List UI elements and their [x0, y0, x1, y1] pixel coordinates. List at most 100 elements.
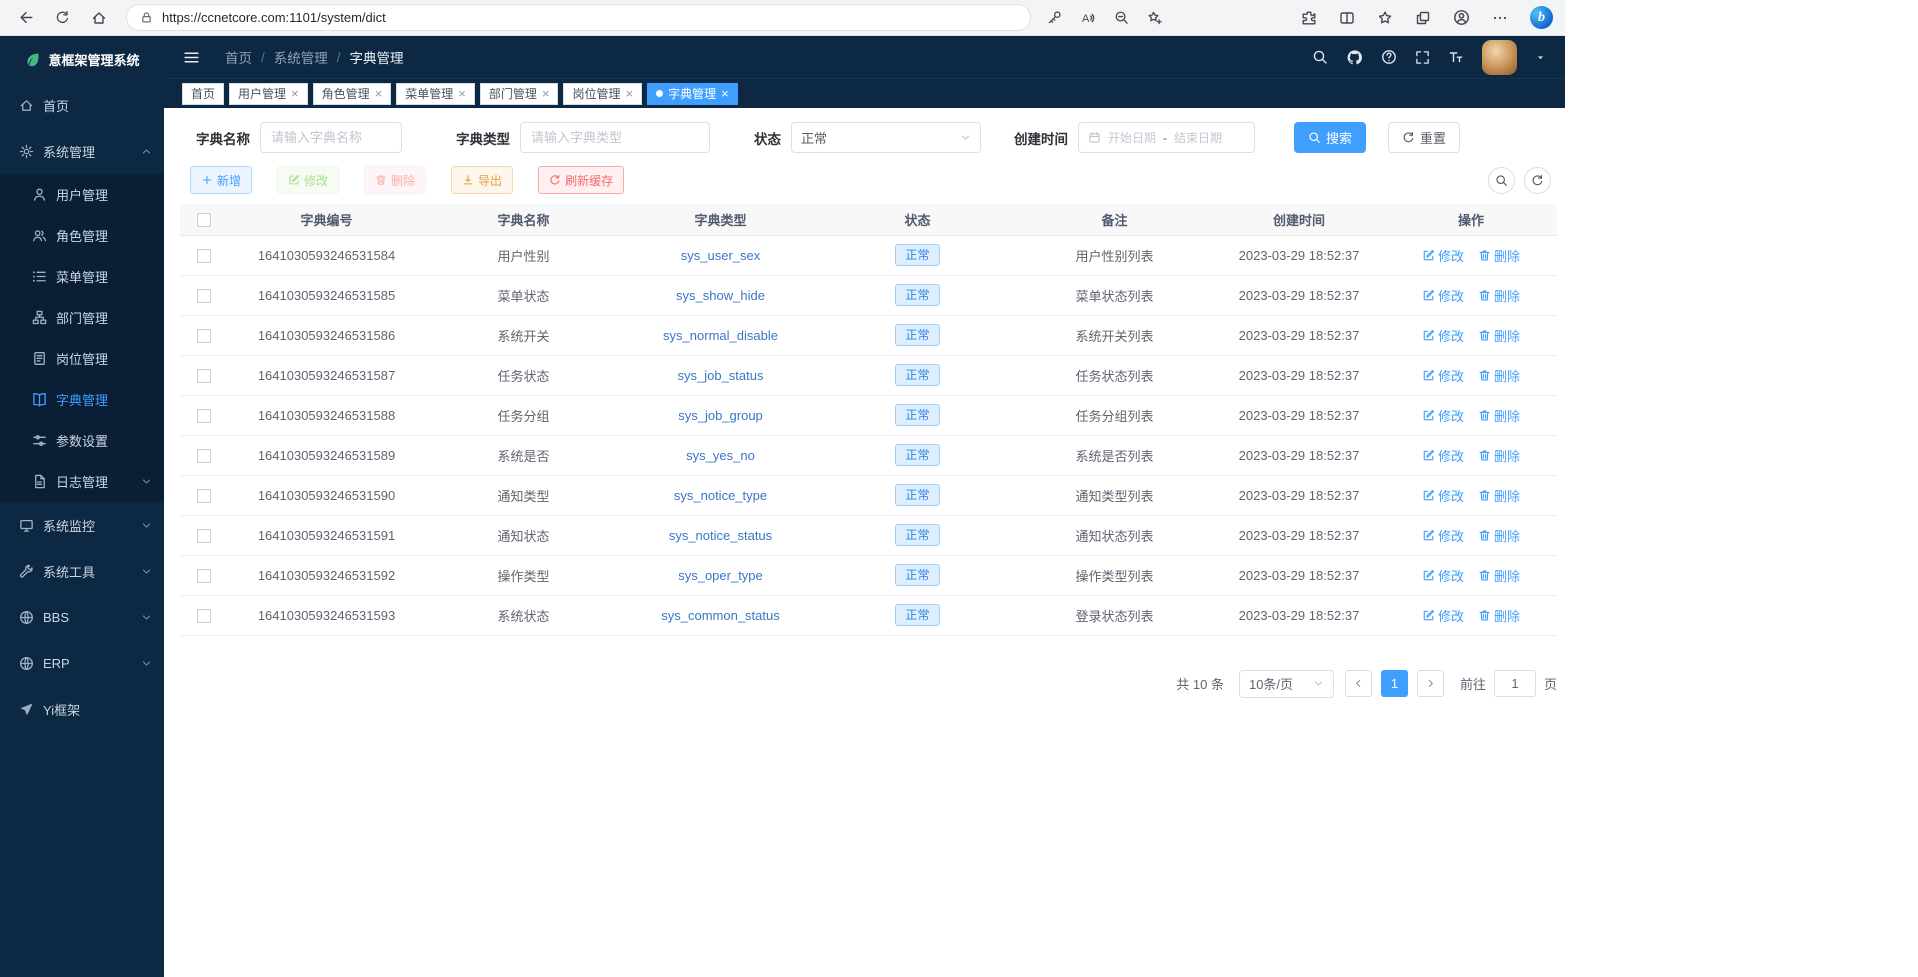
goto-page-input[interactable]: [1494, 670, 1536, 697]
row-delete-link[interactable]: 删除: [1478, 566, 1520, 585]
row-edit-link[interactable]: 修改: [1422, 286, 1464, 305]
row-edit-link[interactable]: 修改: [1422, 526, 1464, 545]
dict-type-input[interactable]: [520, 122, 710, 153]
caret-down-icon[interactable]: [1535, 52, 1546, 63]
github-icon[interactable]: [1346, 49, 1363, 66]
dict-type-link[interactable]: sys_job_status: [678, 368, 764, 383]
add-button[interactable]: 新增: [190, 166, 252, 194]
app-logo[interactable]: 意框架管理系统: [0, 36, 164, 82]
sidebar-item-menu[interactable]: 菜单管理: [0, 256, 164, 297]
row-checkbox[interactable]: [197, 329, 211, 343]
font-size-icon[interactable]: [1448, 49, 1464, 65]
row-delete-link[interactable]: 删除: [1478, 406, 1520, 425]
row-delete-link[interactable]: 删除: [1478, 606, 1520, 625]
close-icon[interactable]: ×: [625, 87, 633, 100]
row-delete-link[interactable]: 删除: [1478, 526, 1520, 545]
delete-button[interactable]: 删除: [364, 166, 426, 194]
row-checkbox[interactable]: [197, 569, 211, 583]
toggle-search-button[interactable]: [1488, 167, 1515, 194]
dict-type-link[interactable]: sys_user_sex: [681, 248, 760, 263]
row-checkbox[interactable]: [197, 369, 211, 383]
browser-back-button[interactable]: [10, 3, 43, 33]
sidebar-item-role[interactable]: 角色管理: [0, 215, 164, 256]
zoom-out-icon[interactable]: [1114, 10, 1129, 25]
close-icon[interactable]: ×: [291, 87, 299, 100]
dict-type-link[interactable]: sys_job_group: [678, 408, 763, 423]
row-delete-link[interactable]: 删除: [1478, 446, 1520, 465]
sidebar-item-user[interactable]: 用户管理: [0, 174, 164, 215]
row-edit-link[interactable]: 修改: [1422, 326, 1464, 345]
page-size-select[interactable]: 10条/页: [1239, 670, 1334, 698]
reset-button[interactable]: 重置: [1388, 122, 1460, 153]
row-edit-link[interactable]: 修改: [1422, 246, 1464, 265]
sidebar-item-log[interactable]: 日志管理: [0, 461, 164, 502]
extensions-icon[interactable]: [1301, 10, 1317, 26]
tab-用户管理[interactable]: 用户管理×: [229, 83, 308, 105]
next-page-button[interactable]: [1417, 670, 1444, 697]
export-button[interactable]: 导出: [451, 166, 513, 194]
row-edit-link[interactable]: 修改: [1422, 366, 1464, 385]
row-checkbox[interactable]: [197, 609, 211, 623]
sidebar-item-dict[interactable]: 字典管理: [0, 379, 164, 420]
status-select[interactable]: 正常: [791, 122, 981, 153]
collections-icon[interactable]: [1415, 10, 1431, 26]
row-edit-link[interactable]: 修改: [1422, 566, 1464, 585]
tab-菜单管理[interactable]: 菜单管理×: [396, 83, 475, 105]
dict-type-link[interactable]: sys_oper_type: [678, 568, 763, 583]
row-edit-link[interactable]: 修改: [1422, 486, 1464, 505]
row-checkbox[interactable]: [197, 489, 211, 503]
fullscreen-icon[interactable]: [1415, 50, 1430, 65]
close-icon[interactable]: ×: [458, 87, 466, 100]
tab-字典管理[interactable]: 字典管理×: [647, 83, 738, 105]
sidebar-item-bbs[interactable]: BBS: [0, 594, 164, 640]
breadcrumb-system[interactable]: 系统管理: [274, 47, 328, 67]
row-edit-link[interactable]: 修改: [1422, 406, 1464, 425]
close-icon[interactable]: ×: [375, 87, 383, 100]
browser-profile-icon[interactable]: [1453, 9, 1470, 26]
row-checkbox[interactable]: [197, 449, 211, 463]
row-checkbox[interactable]: [197, 249, 211, 263]
breadcrumb-home[interactable]: 首页: [225, 47, 252, 67]
select-all-checkbox[interactable]: [197, 213, 211, 227]
close-icon[interactable]: ×: [721, 87, 729, 100]
browser-address-bar[interactable]: https://ccnetcore.com:1101/system/dict: [126, 4, 1031, 31]
tab-岗位管理[interactable]: 岗位管理×: [563, 83, 642, 105]
browser-home-button[interactable]: [82, 3, 115, 33]
dict-type-link[interactable]: sys_notice_type: [674, 488, 767, 503]
row-edit-link[interactable]: 修改: [1422, 606, 1464, 625]
dict-type-link[interactable]: sys_common_status: [661, 608, 780, 623]
search-button[interactable]: 搜索: [1294, 122, 1366, 153]
page-1-button[interactable]: 1: [1381, 670, 1408, 697]
prev-page-button[interactable]: [1345, 670, 1372, 697]
sidebar-item-config[interactable]: 参数设置: [0, 420, 164, 461]
row-delete-link[interactable]: 删除: [1478, 366, 1520, 385]
sidebar-item-dept[interactable]: 部门管理: [0, 297, 164, 338]
favorites-icon[interactable]: [1377, 10, 1393, 26]
browser-menu-icon[interactable]: [1492, 10, 1508, 26]
password-key-icon[interactable]: [1047, 10, 1062, 25]
refresh-table-button[interactable]: [1524, 167, 1551, 194]
user-avatar[interactable]: [1482, 40, 1517, 75]
row-delete-link[interactable]: 删除: [1478, 486, 1520, 505]
tab-首页[interactable]: 首页: [182, 83, 224, 105]
row-checkbox[interactable]: [197, 409, 211, 423]
header-search-icon[interactable]: [1312, 49, 1328, 65]
row-delete-link[interactable]: 删除: [1478, 286, 1520, 305]
browser-refresh-button[interactable]: [46, 3, 79, 33]
date-range-picker[interactable]: 开始日期 - 结束日期: [1078, 122, 1255, 153]
sidebar-toggle-icon[interactable]: [183, 49, 200, 66]
dict-type-link[interactable]: sys_show_hide: [676, 288, 765, 303]
sidebar-item-system[interactable]: 系统管理: [0, 128, 164, 174]
sidebar-item-yi[interactable]: Yi框架: [0, 686, 164, 732]
close-icon[interactable]: ×: [542, 87, 550, 100]
tab-部门管理[interactable]: 部门管理×: [480, 83, 559, 105]
read-aloud-icon[interactable]: A: [1080, 10, 1096, 26]
sidebar-item-home[interactable]: 首页: [0, 82, 164, 128]
sidebar-item-tool[interactable]: 系统工具: [0, 548, 164, 594]
docs-help-icon[interactable]: [1381, 49, 1397, 65]
dict-name-input[interactable]: [260, 122, 402, 153]
row-checkbox[interactable]: [197, 529, 211, 543]
sidebar-item-monitor[interactable]: 系统监控: [0, 502, 164, 548]
row-delete-link[interactable]: 删除: [1478, 326, 1520, 345]
dict-type-link[interactable]: sys_yes_no: [686, 448, 755, 463]
